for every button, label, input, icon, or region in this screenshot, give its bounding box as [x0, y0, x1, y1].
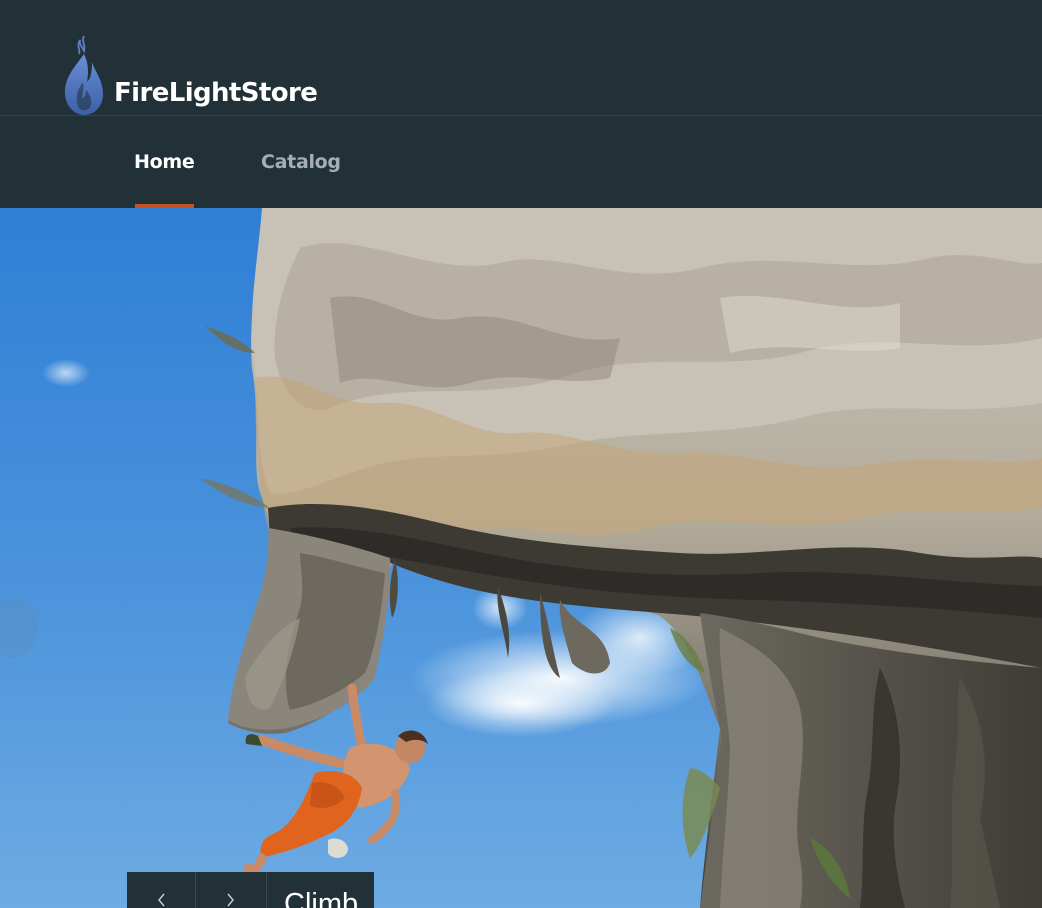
- site-header: FireLightStore: [0, 0, 1042, 116]
- slider-controls: Climb: [127, 872, 375, 908]
- slider-prev-button[interactable]: [127, 872, 196, 908]
- flame-icon: [64, 35, 103, 115]
- slide-caption: Climb: [267, 872, 375, 908]
- slider-next-button[interactable]: [196, 872, 267, 908]
- chevron-right-icon: [227, 893, 234, 907]
- nav-item-catalog[interactable]: Catalog: [261, 116, 341, 208]
- main-nav: Home Catalog: [0, 116, 1042, 208]
- page: FireLightStore Home Catalog Climb: [0, 0, 1042, 908]
- hero-banner: [0, 208, 1042, 908]
- hero-image: [0, 208, 1042, 908]
- brand-name: FireLightStore: [114, 78, 318, 108]
- chevron-left-icon: [158, 893, 165, 907]
- brand-logo[interactable]: FireLightStore: [62, 34, 318, 116]
- nav-item-home[interactable]: Home: [134, 116, 195, 208]
